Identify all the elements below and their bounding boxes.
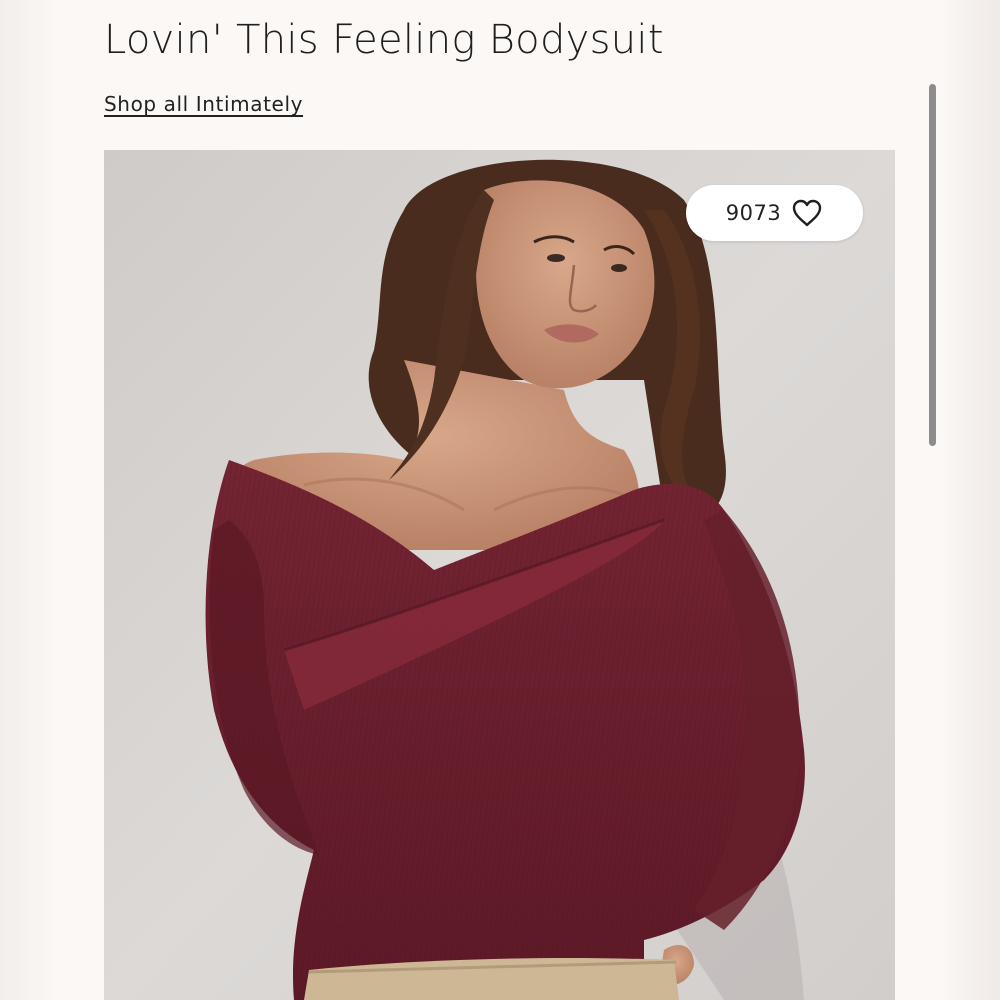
favorite-count: 9073 [725, 201, 782, 225]
favorite-button[interactable]: 9073 [686, 185, 863, 241]
scrollbar-thumb[interactable] [929, 84, 936, 446]
model-photo-illustration [104, 150, 895, 1000]
shop-all-link[interactable]: Shop all Intimately [104, 92, 303, 116]
product-title: Lovin' This Feeling Bodysuit [104, 17, 664, 63]
heart-outline-icon [791, 199, 823, 227]
right-page-margin [942, 0, 1000, 1000]
product-image[interactable] [104, 150, 895, 1000]
left-page-margin [0, 0, 60, 1000]
